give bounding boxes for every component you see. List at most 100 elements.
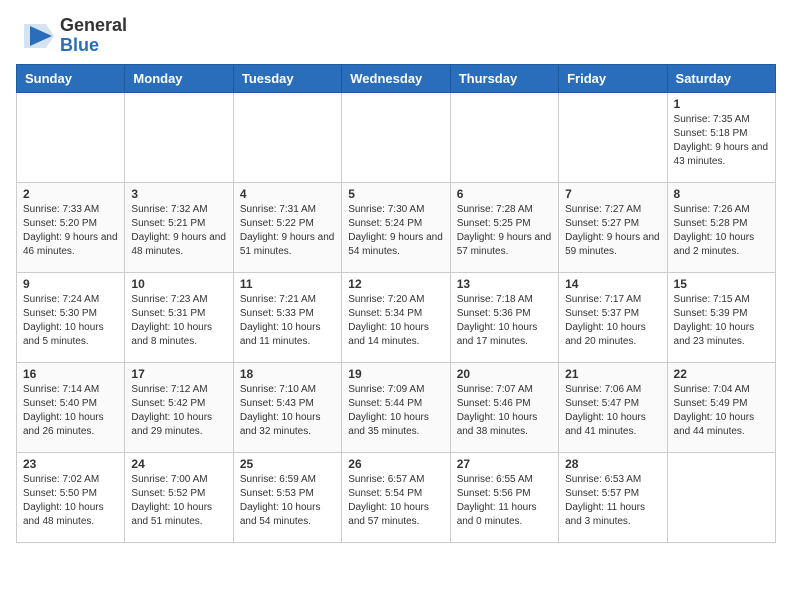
- day-number: 18: [240, 367, 335, 381]
- calendar-day-cell: 26 Sunrise: 6:57 AM Sunset: 5:54 PM Dayli…: [342, 453, 450, 543]
- calendar-day-cell: 4 Sunrise: 7:31 AM Sunset: 5:22 PM Daylig…: [233, 183, 341, 273]
- calendar-day-cell: 7Sunrise: 7:27 AM Sunset: 5:27 PM Daylig…: [559, 183, 667, 273]
- calendar-week-row: 1 Sunrise: 7:35 AM Sunset: 5:18 PM Daylig…: [17, 93, 776, 183]
- day-number: 16: [23, 367, 118, 381]
- calendar-day-cell: 20 Sunrise: 7:07 AM Sunset: 5:46 PM Dayli…: [450, 363, 558, 453]
- day-info: Sunrise: 7:20 AM Sunset: 5:34 PM Dayligh…: [348, 293, 443, 349]
- day-info: Sunrise: 7:12 AM Sunset: 5:42 PM Dayligh…: [131, 383, 226, 439]
- day-info: Sunrise: 7:21 AM Sunset: 5:33 PM Dayligh…: [240, 293, 335, 349]
- day-info: Sunrise: 7:26 AM Sunset: 5:28 PM Dayligh…: [674, 203, 769, 259]
- calendar-day-cell: 27 Sunrise: 6:55 AM Sunset: 5:56 PM Dayli…: [450, 453, 558, 543]
- logo-icon: [16, 16, 56, 56]
- day-of-week-header: Wednesday: [342, 65, 450, 93]
- calendar-day-cell: [342, 93, 450, 183]
- calendar-week-row: 2 Sunrise: 7:33 AM Sunset: 5:20 PM Daylig…: [17, 183, 776, 273]
- day-info: Sunrise: 7:18 AM Sunset: 5:36 PM Dayligh…: [457, 293, 552, 349]
- day-info: Sunrise: 7:23 AM Sunset: 5:31 PM Dayligh…: [131, 293, 226, 349]
- day-number: 27: [457, 457, 552, 471]
- day-number: 24: [131, 457, 226, 471]
- day-info: Sunrise: 7:04 AM Sunset: 5:49 PM Dayligh…: [674, 383, 769, 439]
- day-info: Sunrise: 7:33 AM Sunset: 5:20 PM Dayligh…: [23, 203, 118, 259]
- day-number: 5: [348, 187, 443, 201]
- calendar-day-cell: 8 Sunrise: 7:26 AM Sunset: 5:28 PM Daylig…: [667, 183, 775, 273]
- day-number: 13: [457, 277, 552, 291]
- day-number: 21: [565, 367, 660, 381]
- day-number: 1: [674, 97, 769, 111]
- day-number: 17: [131, 367, 226, 381]
- day-of-week-header: Sunday: [17, 65, 125, 93]
- calendar-day-cell: [233, 93, 341, 183]
- calendar-day-cell: [125, 93, 233, 183]
- day-of-week-header: Thursday: [450, 65, 558, 93]
- day-number: 6: [457, 187, 552, 201]
- calendar-day-cell: 1 Sunrise: 7:35 AM Sunset: 5:18 PM Daylig…: [667, 93, 775, 183]
- day-info: Sunrise: 7:35 AM Sunset: 5:18 PM Dayligh…: [674, 113, 769, 169]
- day-info: Sunrise: 6:59 AM Sunset: 5:53 PM Dayligh…: [240, 473, 335, 529]
- day-of-week-header: Saturday: [667, 65, 775, 93]
- calendar-day-cell: 10 Sunrise: 7:23 AM Sunset: 5:31 PM Dayli…: [125, 273, 233, 363]
- day-info: Sunrise: 7:17 AM Sunset: 5:37 PM Dayligh…: [565, 293, 660, 349]
- logo-line1: General: [60, 16, 127, 36]
- day-info: Sunrise: 7:14 AM Sunset: 5:40 PM Dayligh…: [23, 383, 118, 439]
- day-info: Sunrise: 7:15 AM Sunset: 5:39 PM Dayligh…: [674, 293, 769, 349]
- calendar-day-cell: 2 Sunrise: 7:33 AM Sunset: 5:20 PM Daylig…: [17, 183, 125, 273]
- day-number: 2: [23, 187, 118, 201]
- day-number: 8: [674, 187, 769, 201]
- calendar-day-cell: 16 Sunrise: 7:14 AM Sunset: 5:40 PM Dayli…: [17, 363, 125, 453]
- calendar-day-cell: 28 Sunrise: 6:53 AM Sunset: 5:57 PM Dayli…: [559, 453, 667, 543]
- calendar-day-cell: 19 Sunrise: 7:09 AM Sunset: 5:44 PM Dayli…: [342, 363, 450, 453]
- day-number: 19: [348, 367, 443, 381]
- calendar-day-cell: 11 Sunrise: 7:21 AM Sunset: 5:33 PM Dayli…: [233, 273, 341, 363]
- calendar-day-cell: 23 Sunrise: 7:02 AM Sunset: 5:50 PM Dayli…: [17, 453, 125, 543]
- day-info: Sunrise: 7:09 AM Sunset: 5:44 PM Dayligh…: [348, 383, 443, 439]
- day-number: 26: [348, 457, 443, 471]
- calendar-day-cell: 18 Sunrise: 7:10 AM Sunset: 5:43 PM Dayli…: [233, 363, 341, 453]
- day-info: Sunrise: 7:30 AM Sunset: 5:24 PM Dayligh…: [348, 203, 443, 259]
- day-number: 14: [565, 277, 660, 291]
- calendar-day-cell: 15Sunrise: 7:15 AM Sunset: 5:39 PM Dayli…: [667, 273, 775, 363]
- calendar-day-cell: 14 Sunrise: 7:17 AM Sunset: 5:37 PM Dayli…: [559, 273, 667, 363]
- calendar-day-cell: [559, 93, 667, 183]
- day-info: Sunrise: 7:00 AM Sunset: 5:52 PM Dayligh…: [131, 473, 226, 529]
- day-number: 3: [131, 187, 226, 201]
- calendar-day-cell: [667, 453, 775, 543]
- day-number: 4: [240, 187, 335, 201]
- day-number: 25: [240, 457, 335, 471]
- calendar-header-row: SundayMondayTuesdayWednesdayThursdayFrid…: [17, 65, 776, 93]
- calendar-day-cell: 24 Sunrise: 7:00 AM Sunset: 5:52 PM Dayli…: [125, 453, 233, 543]
- calendar-week-row: 23 Sunrise: 7:02 AM Sunset: 5:50 PM Dayli…: [17, 453, 776, 543]
- day-info: Sunrise: 6:53 AM Sunset: 5:57 PM Dayligh…: [565, 473, 660, 529]
- calendar-day-cell: 22Sunrise: 7:04 AM Sunset: 5:49 PM Dayli…: [667, 363, 775, 453]
- day-number: 10: [131, 277, 226, 291]
- day-info: Sunrise: 6:57 AM Sunset: 5:54 PM Dayligh…: [348, 473, 443, 529]
- day-info: Sunrise: 6:55 AM Sunset: 5:56 PM Dayligh…: [457, 473, 552, 529]
- day-info: Sunrise: 7:24 AM Sunset: 5:30 PM Dayligh…: [23, 293, 118, 349]
- calendar-day-cell: 17 Sunrise: 7:12 AM Sunset: 5:42 PM Dayli…: [125, 363, 233, 453]
- calendar-day-cell: [450, 93, 558, 183]
- calendar-day-cell: 5 Sunrise: 7:30 AM Sunset: 5:24 PM Daylig…: [342, 183, 450, 273]
- day-number: 28: [565, 457, 660, 471]
- day-number: 11: [240, 277, 335, 291]
- day-info: Sunrise: 7:07 AM Sunset: 5:46 PM Dayligh…: [457, 383, 552, 439]
- logo-wordmark: GeneralBlue: [60, 16, 127, 56]
- calendar-day-cell: 3Sunrise: 7:32 AM Sunset: 5:21 PM Daylig…: [125, 183, 233, 273]
- calendar-day-cell: 9 Sunrise: 7:24 AM Sunset: 5:30 PM Daylig…: [17, 273, 125, 363]
- calendar-day-cell: 25 Sunrise: 6:59 AM Sunset: 5:53 PM Dayli…: [233, 453, 341, 543]
- day-number: 7: [565, 187, 660, 201]
- calendar-table: SundayMondayTuesdayWednesdayThursdayFrid…: [16, 64, 776, 543]
- calendar-day-cell: 6 Sunrise: 7:28 AM Sunset: 5:25 PM Daylig…: [450, 183, 558, 273]
- calendar-day-cell: [17, 93, 125, 183]
- logo-line2: Blue: [60, 36, 127, 56]
- day-info: Sunrise: 7:28 AM Sunset: 5:25 PM Dayligh…: [457, 203, 552, 259]
- day-of-week-header: Friday: [559, 65, 667, 93]
- day-info: Sunrise: 7:31 AM Sunset: 5:22 PM Dayligh…: [240, 203, 335, 259]
- day-number: 20: [457, 367, 552, 381]
- day-of-week-header: Monday: [125, 65, 233, 93]
- day-info: Sunrise: 7:02 AM Sunset: 5:50 PM Dayligh…: [23, 473, 118, 529]
- calendar-week-row: 16 Sunrise: 7:14 AM Sunset: 5:40 PM Dayli…: [17, 363, 776, 453]
- day-info: Sunrise: 7:06 AM Sunset: 5:47 PM Dayligh…: [565, 383, 660, 439]
- day-number: 23: [23, 457, 118, 471]
- day-number: 9: [23, 277, 118, 291]
- calendar-day-cell: 13 Sunrise: 7:18 AM Sunset: 5:36 PM Dayli…: [450, 273, 558, 363]
- day-info: Sunrise: 7:10 AM Sunset: 5:43 PM Dayligh…: [240, 383, 335, 439]
